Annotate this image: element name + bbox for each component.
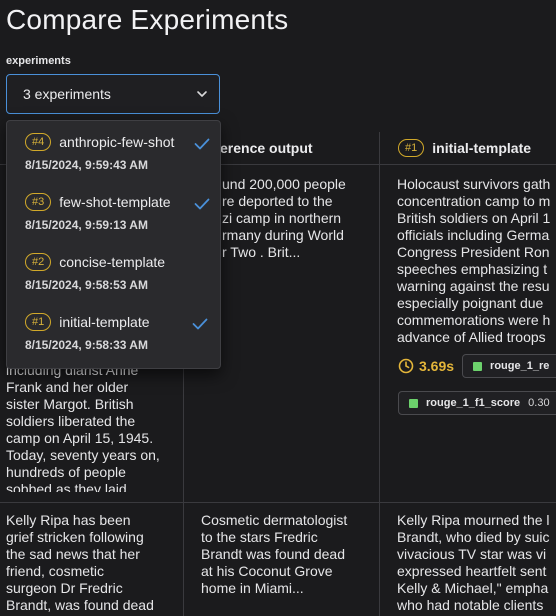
reference-output-cell: und 200,000 people re deported to the zi…	[222, 176, 379, 261]
reference-line: at his Coconut Grove	[201, 563, 333, 579]
experiments-filter-label: experiments	[6, 55, 71, 67]
output-line: Kelly & Michael," empha	[397, 580, 549, 596]
output-line: concentration camp to m	[397, 193, 551, 209]
score-pill[interactable]: rouge_1_re	[462, 354, 556, 378]
output-line: warning against the resu	[397, 278, 550, 294]
output-line: Brandt, who died by suic	[397, 529, 550, 545]
dropdown-option-anthropic-few-shot[interactable]: #4 anthropic-few-shot 8/15/2024, 9:59:43…	[7, 121, 220, 181]
option-label: few-shot-template	[59, 194, 171, 210]
experiment-output-cell: Holocaust survivors gath concentration c…	[397, 176, 556, 346]
input-cell: including diarist Anne Frank and her old…	[6, 362, 182, 492]
experiment-badge: #4	[25, 133, 52, 151]
header-label: erence output	[220, 140, 313, 156]
option-label: concise-template	[59, 254, 166, 270]
experiments-select[interactable]: 3 experiments	[6, 74, 220, 114]
output-line: especially poignant due	[397, 295, 544, 311]
check-icon	[194, 198, 210, 210]
experiment-name: initial-template	[432, 140, 532, 156]
score-name: rouge_1_f1_score	[426, 397, 521, 409]
duration-metric: 3.69s	[398, 358, 454, 374]
row-divider	[0, 502, 556, 503]
output-line: commemorations were h	[397, 312, 551, 328]
input-line: friend, cosmetic	[6, 563, 105, 579]
input-line: Frank and her older	[6, 379, 129, 395]
dropdown-option-concise-template[interactable]: #2 concise-template 8/15/2024, 9:58:53 A…	[7, 241, 220, 301]
score-color-swatch	[473, 361, 483, 371]
option-label: anthropic-few-shot	[59, 134, 175, 150]
input-line: camp on April 15, 1945.	[6, 430, 154, 446]
reference-line: zi camp in northern	[222, 210, 342, 226]
reference-line: to the stars Fredric	[201, 529, 318, 545]
input-line: surgeon Dr Fredric	[6, 580, 123, 596]
option-date: 8/15/2024, 9:59:13 AM	[25, 218, 148, 232]
score-name: rouge_1_re	[490, 360, 550, 372]
output-line: Holocaust survivors gath	[397, 176, 551, 192]
reference-line: Brandt was found dead	[201, 546, 345, 562]
metrics-row: rouge_1_f1_score 0.30	[398, 391, 556, 415]
experiment-badge: #3	[25, 193, 52, 211]
output-line: Kelly Ripa mourned the l	[397, 512, 550, 528]
score-value: 0.30	[528, 397, 550, 409]
score-pill[interactable]: rouge_1_f1_score 0.30	[398, 391, 556, 415]
output-line: speeches emphasizing t	[397, 261, 548, 277]
input-line: Kelly Ripa has been	[6, 512, 131, 528]
column-header-experiment[interactable]: #1 initial-template	[398, 132, 556, 164]
input-line: Today, seventy years on,	[6, 447, 160, 463]
column-divider	[379, 132, 380, 616]
chevron-down-icon	[197, 91, 207, 97]
input-line: Brandt, was found dead	[6, 597, 154, 613]
experiments-dropdown-menu: #4 anthropic-few-shot 8/15/2024, 9:59:43…	[6, 120, 221, 369]
reference-line: rmany during World	[222, 227, 344, 243]
input-line: grief stricken following	[6, 529, 144, 545]
input-line: sobbed as they laid	[6, 481, 127, 492]
check-icon	[192, 318, 208, 330]
reference-line: home in Miami...	[201, 580, 304, 596]
option-date: 8/15/2024, 9:58:33 AM	[25, 338, 148, 352]
dropdown-option-few-shot-template[interactable]: #3 few-shot-template 8/15/2024, 9:59:13 …	[7, 181, 220, 241]
output-line: officials including Germa	[397, 227, 550, 243]
option-label: initial-template	[59, 314, 150, 330]
reference-line: und 200,000 people	[222, 176, 346, 192]
column-header-reference-output: erence output	[220, 132, 378, 164]
option-date: 8/15/2024, 9:59:43 AM	[25, 158, 148, 172]
clock-icon	[398, 358, 414, 374]
output-line: Congress President Ron	[397, 244, 550, 260]
input-line: the sad news that her	[6, 546, 140, 562]
output-line: who had notable clients	[397, 597, 544, 613]
output-line: expressed heartfelt sent	[397, 563, 547, 579]
reference-output-cell: Cosmetic dermatologist to the stars Fred…	[201, 512, 378, 597]
input-line: hundreds of people	[6, 464, 126, 480]
check-icon	[194, 138, 210, 150]
metrics-row: 3.69s rouge_1_re	[398, 354, 556, 378]
reference-line: re deported to the	[222, 193, 333, 209]
output-line: British soldiers on April 1	[397, 210, 551, 226]
output-line: advance of Allied troops	[397, 329, 546, 345]
input-line: sister Margot. British	[6, 396, 134, 412]
experiment-badge: #1	[398, 139, 425, 157]
score-color-swatch	[409, 398, 418, 408]
reference-line: Cosmetic dermatologist	[201, 512, 348, 528]
input-line: soldiers liberated the	[6, 413, 136, 429]
experiment-output-cell: Kelly Ripa mourned the l Brandt, who die…	[397, 512, 556, 614]
page-title: Compare Experiments	[6, 4, 289, 35]
option-date: 8/15/2024, 9:58:53 AM	[25, 278, 148, 292]
duration-value: 3.69s	[419, 358, 455, 374]
reference-line: r Two . Brit...	[222, 244, 301, 260]
input-cell: Kelly Ripa has been grief stricken follo…	[6, 512, 182, 614]
output-line: vivacious TV star was vi	[397, 546, 547, 562]
dropdown-option-initial-template[interactable]: #1 initial-template 8/15/2024, 9:58:33 A…	[7, 301, 220, 361]
experiment-badge: #2	[25, 253, 52, 271]
experiment-badge: #1	[25, 313, 52, 331]
experiments-select-value: 3 experiments	[23, 86, 111, 102]
